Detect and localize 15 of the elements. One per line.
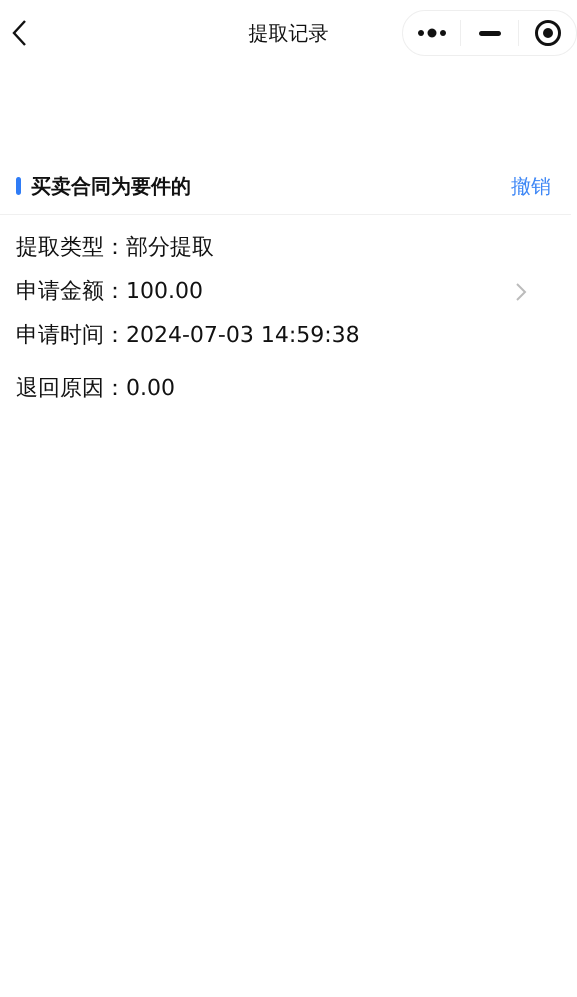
field-label: 申请时间： [16,322,126,350]
page-title: 提取记录 [248,20,328,44]
accent-bar [16,177,21,195]
close-icon[interactable] [534,19,562,47]
field-value: 100.00 [126,278,203,306]
field-value: 0.00 [126,375,175,403]
record-title: 买卖合同为要件的 [31,172,192,200]
more-icon[interactable] [416,28,446,38]
field-label: 提取类型： [16,234,126,262]
field-value: 部分提取 [126,234,214,262]
minimize-icon[interactable] [478,30,500,36]
field-value: 2024-07-03 14:59:38 [126,322,360,350]
field-label: 退回原因： [16,375,126,403]
cancel-link[interactable]: 撤销 [511,172,551,200]
field-label: 申请金额： [16,278,126,306]
